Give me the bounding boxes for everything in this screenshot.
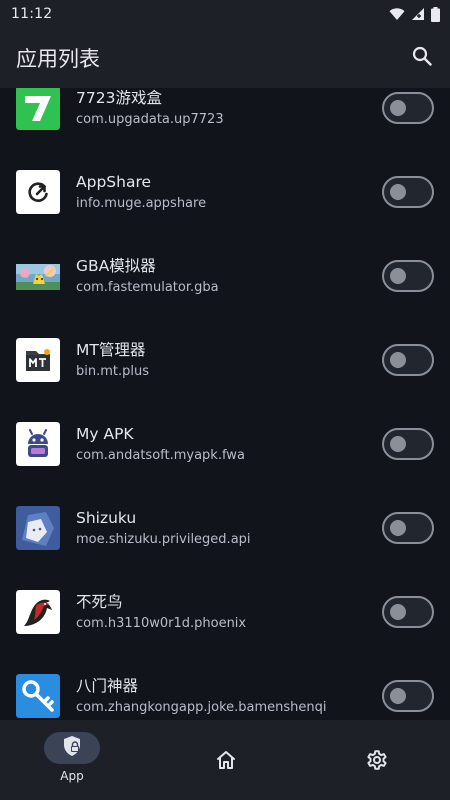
app-toggle-switch[interactable] xyxy=(382,344,434,376)
list-item[interactable]: 7723游戏盒 com.upgadata.up7723 xyxy=(0,88,450,150)
app-toggle-switch[interactable] xyxy=(382,92,434,124)
my-apk-robot-icon xyxy=(16,422,60,466)
status-time: 11:12 xyxy=(11,6,53,22)
page-title: 应用列表 xyxy=(16,47,100,71)
shield-lock-icon xyxy=(62,735,82,761)
home-icon xyxy=(214,748,238,772)
list-item[interactable]: MT管理器 bin.mt.plus xyxy=(0,318,450,402)
switch-thumb xyxy=(390,184,406,200)
app-list-screen: 11:12 应用列表 7723游戏盒 com.upgadata.up7723 A… xyxy=(0,0,450,800)
signal-icon xyxy=(411,7,425,21)
app-toggle-switch[interactable] xyxy=(382,596,434,628)
status-icons xyxy=(389,6,440,22)
nav-active-indicator xyxy=(44,732,100,764)
app-toggle-switch[interactable] xyxy=(382,512,434,544)
list-item[interactable]: 八门神器 com.zhangkongapp.joke.bamenshenqi xyxy=(0,654,450,720)
bottom-navigation: App xyxy=(0,720,450,800)
list-item[interactable]: My APK com.andatsoft.myapk.fwa xyxy=(0,402,450,486)
app-toggle-switch[interactable] xyxy=(382,428,434,460)
list-item[interactable]: GBA模拟器 com.fastemulator.gba xyxy=(0,234,450,318)
mt-manager-icon xyxy=(16,338,60,382)
appshare-logo-icon xyxy=(16,170,60,214)
battery-icon xyxy=(431,6,440,22)
top-app-bar: 应用列表 xyxy=(0,28,450,88)
app-toggle-switch[interactable] xyxy=(382,260,434,292)
switch-thumb xyxy=(390,436,406,452)
nav-item-app[interactable]: App xyxy=(0,720,150,800)
7723-logo-icon xyxy=(16,88,60,130)
nav-item-settings[interactable] xyxy=(300,720,450,800)
switch-thumb xyxy=(390,352,406,368)
nav-item-home[interactable] xyxy=(150,720,300,800)
key-magnifier-icon xyxy=(16,674,60,718)
gba-emulator-icon xyxy=(16,254,60,298)
search-icon xyxy=(412,46,432,70)
search-button[interactable] xyxy=(402,38,442,78)
switch-thumb xyxy=(390,520,406,536)
nav-label-app: App xyxy=(60,769,84,783)
wifi-icon xyxy=(389,7,405,21)
list-item[interactable]: 不死鸟 com.h3110w0r1d.phoenix xyxy=(0,570,450,654)
switch-thumb xyxy=(390,100,406,116)
switch-thumb xyxy=(390,268,406,284)
app-toggle-switch[interactable] xyxy=(382,680,434,712)
list-item[interactable]: AppShare info.muge.appshare xyxy=(0,150,450,234)
phoenix-bird-icon xyxy=(16,590,60,634)
app-list[interactable]: 7723游戏盒 com.upgadata.up7723 AppShare inf… xyxy=(0,88,450,720)
list-item[interactable]: Shizuku moe.shizuku.privileged.api xyxy=(0,486,450,570)
shizuku-icon xyxy=(16,506,60,550)
switch-thumb xyxy=(390,688,406,704)
switch-thumb xyxy=(390,604,406,620)
gear-icon xyxy=(365,748,389,772)
app-toggle-switch[interactable] xyxy=(382,176,434,208)
status-bar: 11:12 xyxy=(0,0,450,28)
